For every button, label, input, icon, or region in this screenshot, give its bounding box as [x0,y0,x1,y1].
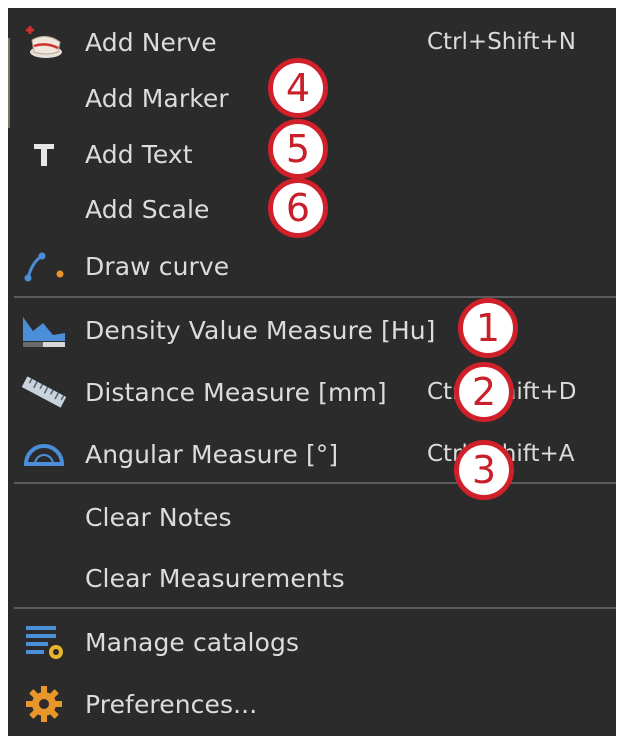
menu-item-clear-measurements[interactable]: Clear Measurements [8,550,616,606]
menu-item-clear-notes[interactable]: Clear Notes [8,489,616,545]
menu-item-label: Angular Measure [°] [85,439,339,469]
text-icon [16,132,72,176]
menu-item-label: Add Scale [85,194,210,224]
menu-item-angular-measure[interactable]: Angular Measure [°] Ctrl+Shift+A [8,426,616,482]
menu-separator [14,607,616,609]
protractor-icon [16,432,72,476]
menu-item-label: Clear Notes [85,502,232,532]
menu-item-label: Draw curve [85,251,230,281]
annotation-badge-5: 5 [268,119,328,179]
menu-item-draw-curve[interactable]: Draw curve [8,238,616,294]
menu-item-distance-measure[interactable]: Distance Measure [mm] Ctrl+Shift+D [8,364,616,420]
catalog-icon [16,620,72,664]
annotation-badge-1: 1 [458,298,518,358]
nerve-icon [16,20,72,64]
curve-icon [16,244,72,288]
menu-item-label: Add Nerve [85,27,217,57]
gear-icon [16,682,72,726]
menu-separator [14,296,616,298]
menu-item-label: Density Value Measure [Hu] [85,315,436,345]
menu-item-label: Add Marker [85,83,229,113]
annotation-badge-6: 6 [268,178,328,238]
menu-item-shortcut: Ctrl+Shift+N [427,29,576,55]
context-menu: Add Nerve Ctrl+Shift+N Add Marker Add Te… [8,8,616,736]
menu-item-label: Manage catalogs [85,627,300,657]
menu-item-preferences[interactable]: Preferences... [8,676,616,732]
menu-item-label: Preferences... [85,689,258,719]
menu-item-density-measure[interactable]: Density Value Measure [Hu] [8,302,616,358]
annotation-badge-2: 2 [454,362,514,422]
density-icon [16,308,72,352]
annotation-badge-3: 3 [454,440,514,500]
menu-item-label: Distance Measure [mm] [85,377,387,407]
menu-item-label: Add Text [85,139,193,169]
ruler-icon [16,370,72,414]
menu-item-label: Clear Measurements [85,563,345,593]
annotation-badge-4: 4 [268,58,328,118]
menu-item-manage-catalogs[interactable]: Manage catalogs [8,614,616,670]
menu-separator [14,482,616,484]
